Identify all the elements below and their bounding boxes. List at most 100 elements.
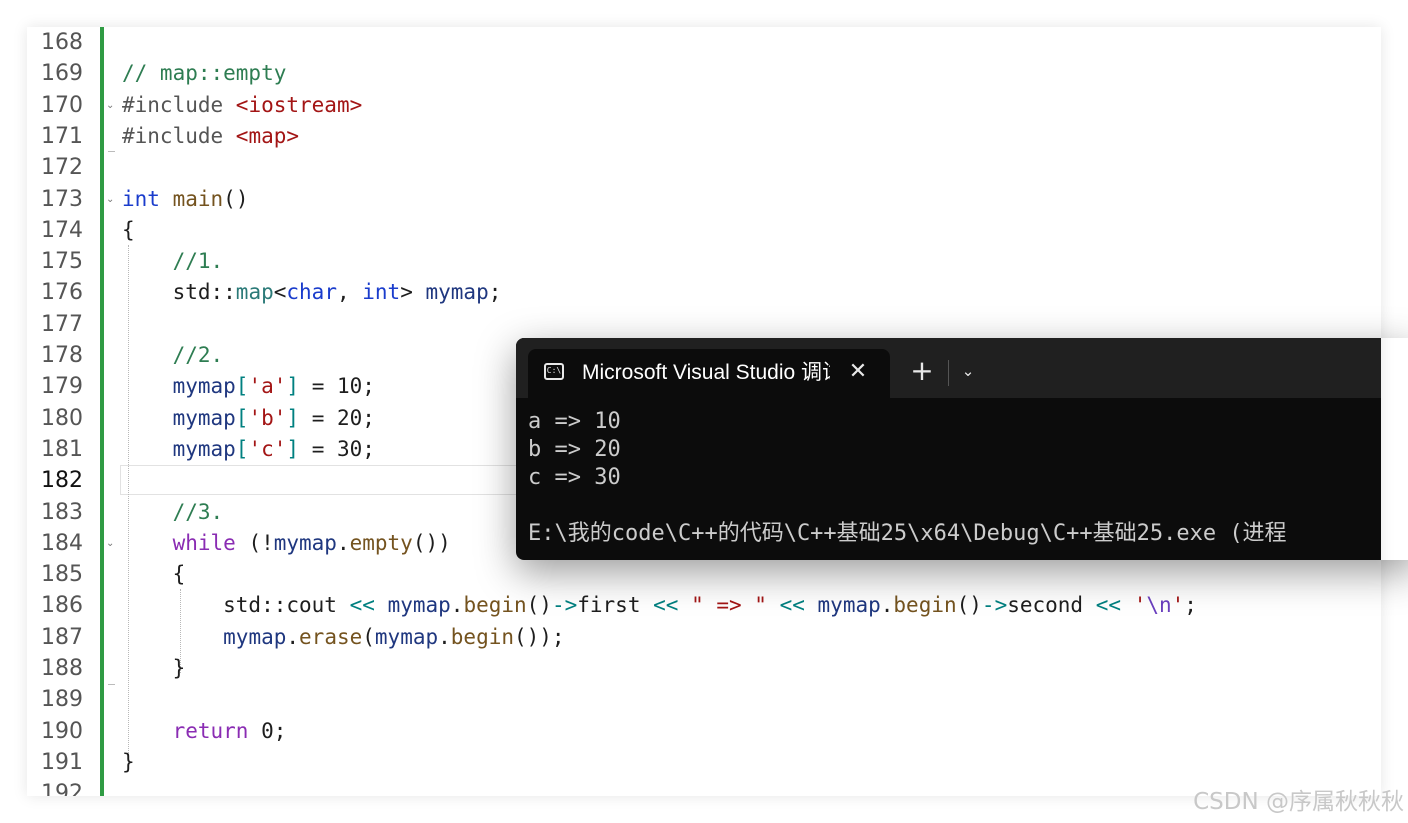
code-line[interactable]: 175 //1. [27,246,1381,277]
code-token: , [336,280,363,305]
code-token: ()) [412,530,451,555]
code-line[interactable]: 188 } [27,653,1381,684]
code-token: //2. [172,343,224,367]
line-number: 187 [41,624,83,650]
code-text: // map::empty [122,58,286,89]
line-number: 192 [41,781,83,796]
code-token: ' [1171,593,1185,618]
code-line[interactable]: 171 #include <map> [27,121,1381,152]
code-token: \n [1146,593,1172,618]
code-token: mymap [172,436,236,461]
code-line[interactable]: 172 [27,152,1381,183]
close-icon[interactable]: ✕ [846,358,870,386]
code-line[interactable]: 177 [27,309,1381,340]
terminal-window[interactable]: C:\ Microsoft Visual Studio 调试控制台 ✕ + ⌄ … [516,338,1381,560]
terminal-tab[interactable]: C:\ Microsoft Visual Studio 调试控制台 ✕ [528,349,890,398]
code-text: mymap['a'] = 10; [122,371,375,402]
code-token: mymap [425,280,489,305]
code-line[interactable]: 168 [27,27,1381,58]
code-token: begin [450,624,514,649]
line-number: 189 [41,687,83,713]
code-token: #include [122,92,236,117]
code-token: int [362,280,401,305]
watermark: CSDN @序属秋秋秋 [1193,789,1404,815]
code-line[interactable]: 176 std::map<char, int> mymap; [27,277,1381,308]
code-text: std::cout << mymap.begin()->first << " =… [122,590,1197,621]
code-token: " => " [691,593,767,618]
code-token: char [286,280,337,305]
code-token: . [450,593,464,618]
code-line[interactable]: 185 { [27,559,1381,590]
code-line[interactable]: 189 [27,684,1381,715]
code-token: while [172,530,236,555]
code-token: <iostream> [235,92,363,117]
code-token: = 20; [299,405,375,430]
code-text: int main() [122,184,248,215]
code-token: [ [235,374,249,399]
output-line: c => 30 [528,465,621,490]
line-number: 191 [41,749,83,775]
code-line[interactable]: 169 // map::empty [27,58,1381,89]
code-token: // map::empty [122,61,287,86]
code-text: mymap['c'] = 30; [122,434,375,465]
line-number: 169 [41,61,83,87]
code-line[interactable]: 191} [27,747,1381,778]
fold-toggle-icon[interactable]: ⌄ [106,90,116,121]
code-text: //3. [122,497,224,528]
console-icon: C:\ [544,363,564,380]
code-token: begin [893,593,957,618]
code-line[interactable]: 190 return 0; [27,716,1381,747]
code-text: while (!mymap.empty()) [122,528,451,559]
code-token: mymap [172,374,236,399]
fold-toggle-icon[interactable]: ⌄ [106,528,116,559]
output-line: a => 10 [528,409,621,434]
code-text: std::map<char, int> mymap; [122,277,502,308]
code-token: . [438,624,451,649]
code-line[interactable]: 186 std::cout << mymap.begin()->first <<… [27,590,1381,621]
code-token: ' [1133,593,1147,618]
code-token: std:: [122,280,236,305]
code-token: mymap [223,624,287,649]
code-line[interactable]: 192 [27,778,1381,796]
code-line[interactable]: 187 mymap.erase(mymap.begin()); [27,622,1381,653]
terminal-titlebar: C:\ Microsoft Visual Studio 调试控制台 ✕ + ⌄ [516,338,1381,398]
code-token: -> [981,593,1008,618]
code-line[interactable]: 170 ⌄ #include <iostream> [27,90,1381,121]
fold-toggle-icon[interactable]: ⌄ [106,184,116,215]
line-number: 175 [41,249,83,275]
line-number: 185 [41,562,83,588]
code-token: -> [551,593,578,618]
code-line[interactable]: 174 { [27,215,1381,246]
code-token: ()); [514,624,565,649]
code-token: [ [235,436,249,461]
chevron-down-icon[interactable]: ⌄ [957,358,979,384]
line-number: 177 [41,311,83,337]
output-line: E:\我的code\C++的代码\C++基础25\x64\Debug\C++基础… [528,521,1287,546]
code-text: //2. [122,340,224,371]
code-line[interactable]: 173 ⌄ int main() [27,184,1381,215]
code-text: #include <map> [122,121,299,152]
line-number: 174 [41,217,83,243]
code-token: () [526,593,552,618]
line-number: 188 [41,656,83,681]
code-text: } [122,747,135,778]
code-token: #include [122,123,236,148]
code-text: return 0; [122,716,287,747]
code-token: << [1095,593,1122,618]
code-token: return [172,718,249,743]
code-token: mymap [387,593,451,618]
code-token: main [172,186,224,211]
terminal-tab-title: Microsoft Visual Studio 调试控制台 [582,361,830,384]
new-tab-button[interactable]: + [908,356,936,386]
code-token: int [122,186,160,211]
